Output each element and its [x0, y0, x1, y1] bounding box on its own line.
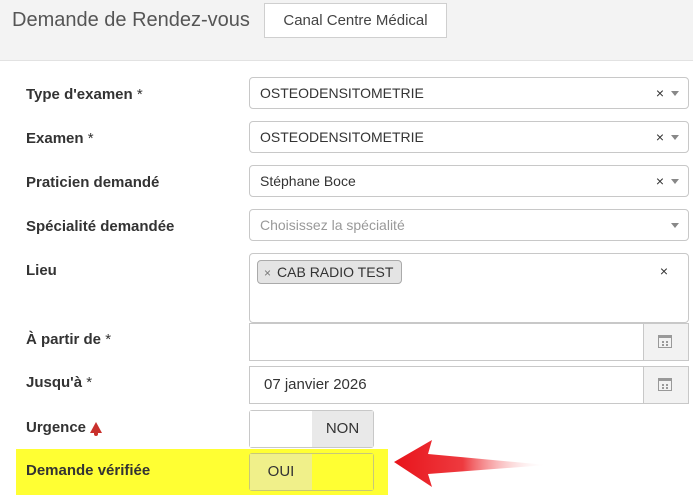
urgence-toggle[interactable]: NON [249, 410, 374, 448]
calendar-icon [658, 335, 672, 348]
toggle-knob [312, 454, 373, 490]
urgence-toggle-label: NON [312, 411, 373, 447]
a-partir-de-label: À partir de * [26, 331, 111, 348]
type-examen-value: OSTEODENSITOMETRIE [260, 85, 424, 101]
jusqua-label-text: Jusqu'à [26, 374, 83, 391]
header-bar: Demande de Rendez-vous Canal Centre Médi… [0, 0, 693, 61]
toggle-knob [250, 411, 312, 447]
required-marker: * [86, 374, 93, 391]
arrow-shape [394, 440, 547, 487]
examen-value: OSTEODENSITOMETRIE [260, 129, 424, 145]
lieu-label: Lieu [26, 262, 57, 279]
a-partir-de-label-text: À partir de [26, 331, 102, 348]
chevron-down-icon[interactable] [671, 91, 679, 96]
clear-icon[interactable]: × [656, 129, 664, 145]
examen-select[interactable]: OSTEODENSITOMETRIE × [249, 121, 689, 153]
a-partir-de-date-input[interactable] [249, 323, 689, 361]
lieu-tag: × CAB RADIO TEST [257, 260, 403, 284]
demande-verifiee-toggle[interactable]: OUI [249, 453, 374, 491]
clear-icon[interactable]: × [660, 263, 668, 279]
demande-verifiee-label: Demande vérifiée [26, 462, 151, 479]
chevron-down-icon[interactable] [671, 135, 679, 140]
calendar-icon [658, 378, 672, 391]
demande-verifiee-toggle-label: OUI [250, 454, 312, 490]
urgence-label-text: Urgence [26, 419, 87, 436]
canal-centre-medical-button[interactable]: Canal Centre Médical [264, 3, 447, 38]
specialite-label: Spécialité demandée [26, 218, 175, 235]
required-marker: * [105, 331, 112, 348]
calendar-button[interactable] [643, 324, 688, 360]
praticien-label: Praticien demandé [26, 174, 160, 191]
remove-tag-icon[interactable]: × [264, 266, 271, 280]
calendar-button[interactable] [643, 367, 688, 403]
chevron-down-icon[interactable] [671, 179, 679, 184]
specialite-placeholder: Choisissez la spécialité [260, 217, 405, 233]
jusqua-label: Jusqu'à * [26, 374, 92, 391]
praticien-select[interactable]: Stéphane Boce × [249, 165, 689, 197]
examen-label-text: Examen [26, 130, 84, 147]
bell-icon [90, 422, 103, 436]
page-title: Demande de Rendez-vous [12, 9, 250, 31]
praticien-value: Stéphane Boce [260, 173, 356, 189]
red-arrow-annotation [394, 440, 547, 487]
clear-icon[interactable]: × [656, 85, 664, 101]
type-examen-label-text: Type d'examen [26, 86, 133, 103]
clear-icon[interactable]: × [656, 173, 664, 189]
type-examen-select[interactable]: OSTEODENSITOMETRIE × [249, 77, 689, 109]
urgence-label: Urgence [26, 419, 103, 436]
lieu-tag-label: CAB RADIO TEST [277, 264, 394, 280]
examen-label: Examen * [26, 130, 94, 147]
jusqua-date-input[interactable]: 07 janvier 2026 [249, 366, 689, 404]
type-examen-label: Type d'examen * [26, 86, 143, 103]
specialite-select[interactable]: Choisissez la spécialité [249, 209, 689, 241]
chevron-down-icon[interactable] [671, 223, 679, 228]
jusqua-value: 07 janvier 2026 [264, 376, 367, 393]
required-marker: * [136, 86, 143, 103]
lieu-multiselect[interactable]: × CAB RADIO TEST × [249, 253, 689, 323]
required-marker: * [87, 130, 94, 147]
